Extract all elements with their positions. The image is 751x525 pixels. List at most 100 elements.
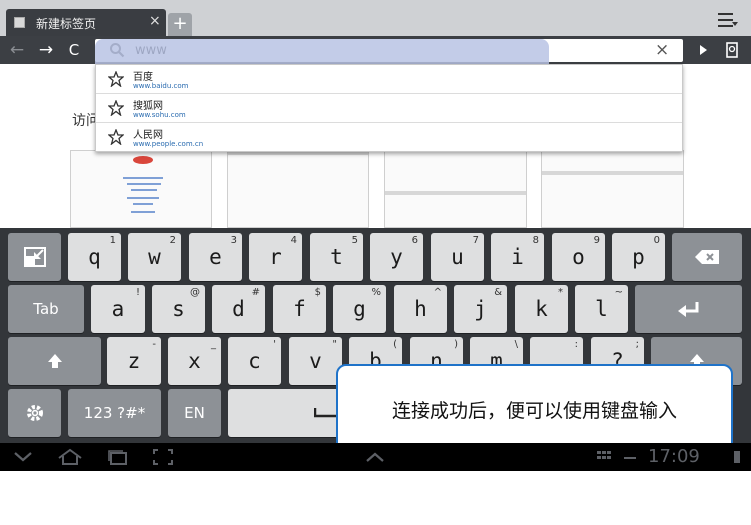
key-f[interactable]: $ f (273, 285, 326, 333)
key-j[interactable]: & j (454, 285, 507, 333)
thumbnail-bar (385, 191, 526, 195)
tab-bar: 新建标签页 × + (0, 0, 751, 36)
callout-text: 连接成功后，便可以使用键盘输入 (391, 400, 677, 422)
key-label: p (632, 245, 645, 269)
new-tab-button[interactable]: + (168, 13, 192, 36)
clear-icon[interactable]: × (655, 39, 669, 62)
chevron-up-icon[interactable] (362, 448, 388, 466)
key-g[interactable]: % g (333, 285, 386, 333)
key-label: i (511, 245, 524, 269)
key-i[interactable]: 8i (491, 233, 544, 281)
thumbnail[interactable] (384, 150, 527, 228)
key-k[interactable]: * k (515, 285, 568, 333)
key-e[interactable]: 3e (189, 233, 242, 281)
key-label: e (209, 245, 222, 269)
suggestion-dropdown: 百度 www.baidu.com 搜狐网 www.sohu.com 人民网 ww… (95, 64, 683, 152)
key-label: r (269, 245, 282, 269)
suggestion-title: 百度 (133, 72, 153, 83)
key-o[interactable]: 9o (552, 233, 605, 281)
key-label: g (353, 297, 366, 321)
bookmark-icon[interactable] (721, 36, 743, 64)
system-bar: 17:09 (0, 443, 751, 471)
suggestion-item[interactable]: 百度 www.baidu.com (96, 65, 682, 94)
key-label: z (127, 349, 141, 373)
back-nav-icon[interactable] (10, 448, 36, 466)
key-label: 123 ?#* (83, 404, 146, 422)
key-label: Tab (33, 300, 59, 318)
key-h[interactable]: ^ h (394, 285, 447, 333)
key-t[interactable]: 5t (310, 233, 363, 281)
browser-toolbar: ← → C × (0, 36, 751, 73)
key-label: s (172, 297, 185, 321)
key-label: j (474, 297, 487, 321)
resize-keyboard-icon (23, 247, 46, 267)
star-icon[interactable] (108, 129, 124, 145)
backspace-key[interactable] (672, 233, 742, 281)
enter-icon (677, 302, 698, 317)
battery-icon (734, 451, 740, 463)
language-key[interactable]: EN (168, 389, 221, 437)
close-tab-icon[interactable]: × (149, 13, 161, 29)
key-label: d (232, 297, 245, 321)
key-label: v (309, 349, 322, 373)
thumbnail-bar (542, 171, 683, 175)
key-label: x (188, 349, 201, 373)
key-l[interactable]: ~ l (575, 285, 628, 333)
key-s[interactable]: @ s (152, 285, 205, 333)
menu-icon[interactable] (718, 12, 738, 28)
symbols-key[interactable]: 123 ?#* (68, 389, 161, 437)
suggestion-item[interactable]: 人民网 www.people.com.cn (96, 123, 682, 152)
tab-key[interactable]: Tab (8, 285, 84, 333)
browser-tab[interactable]: 新建标签页 × (6, 9, 166, 36)
thumbnail[interactable] (70, 150, 212, 228)
key-hint: : (574, 339, 578, 350)
back-icon[interactable]: ← (6, 36, 28, 64)
recent-apps-icon[interactable] (105, 448, 131, 466)
key-label: u (451, 245, 464, 269)
star-icon[interactable] (108, 100, 124, 116)
key-label: k (535, 297, 548, 321)
key-label: f (293, 297, 306, 321)
key-x[interactable]: _ x (168, 337, 221, 385)
key-a[interactable]: ! a (91, 285, 145, 333)
suggestion-item[interactable]: 搜狐网 www.sohu.com (96, 94, 682, 123)
key-q[interactable]: 1q (68, 233, 121, 281)
star-icon[interactable] (108, 71, 124, 87)
shift-key[interactable] (8, 337, 101, 385)
key-label: h (414, 297, 427, 321)
key-y[interactable]: 6y (370, 233, 423, 281)
backspace-icon (695, 250, 719, 264)
key-u[interactable]: 7u (431, 233, 484, 281)
clock: 17:09 (648, 446, 700, 467)
key-c[interactable]: ' c (228, 337, 281, 385)
forward-icon[interactable]: → (35, 36, 57, 64)
suggestion-url: www.sohu.com (133, 111, 186, 119)
key-z[interactable]: -z (107, 337, 161, 385)
page-icon (14, 17, 25, 28)
key-label: o (572, 245, 585, 269)
thumbnail[interactable] (227, 150, 369, 228)
home-icon[interactable] (57, 448, 83, 466)
key-label: EN (184, 404, 205, 422)
go-icon[interactable] (692, 36, 714, 64)
key-r[interactable]: 4r (249, 233, 302, 281)
key-label: y (390, 245, 403, 269)
suggestion-title: 人民网 (133, 130, 163, 141)
key-d[interactable]: # d (212, 285, 265, 333)
key-v[interactable]: " v (289, 337, 342, 385)
settings-key[interactable] (8, 389, 61, 437)
key-p[interactable]: 0p (612, 233, 665, 281)
key-label: a (111, 297, 125, 321)
key-label: l (595, 297, 608, 321)
refresh-icon[interactable]: C (63, 36, 85, 64)
enter-key[interactable] (635, 285, 742, 333)
hide-keyboard-key[interactable] (8, 233, 61, 281)
suggestion-title: 搜狐网 (133, 101, 163, 112)
key-w[interactable]: 2w (128, 233, 181, 281)
suggestion-url: www.people.com.cn (133, 140, 204, 148)
screenshot-icon[interactable] (150, 448, 176, 466)
instruction-callout: 连接成功后，便可以使用键盘输入 (336, 364, 733, 453)
gear-icon (26, 405, 43, 421)
key-label: q (88, 245, 101, 269)
thumbnail[interactable] (541, 150, 684, 228)
